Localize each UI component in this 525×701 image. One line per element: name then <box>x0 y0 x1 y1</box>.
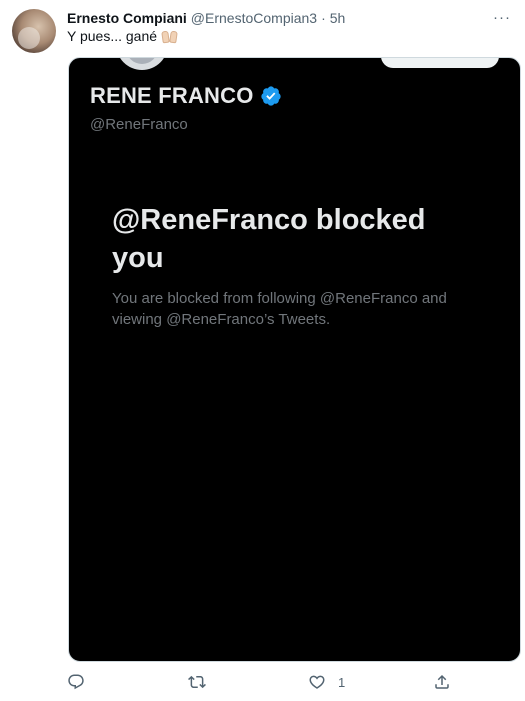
retweet-icon <box>188 675 206 689</box>
separator: · <box>321 10 326 26</box>
reply-icon <box>68 674 84 690</box>
reply-button[interactable] <box>67 673 85 691</box>
author-handle[interactable]: @ErnestoCompian3 <box>191 10 317 26</box>
tweet-actions: 1 <box>0 671 525 697</box>
avatar[interactable] <box>12 9 56 53</box>
blocked-title: @ReneFranco blocked you <box>112 204 426 274</box>
share-icon <box>435 674 449 689</box>
profile-avatar-partial <box>116 58 168 70</box>
tweet-text: Y pues... gané <box>67 28 178 44</box>
verified-badge-icon <box>260 86 281 106</box>
profile-button-partial <box>381 58 499 68</box>
blocked-message: You are blocked from following @ReneFran… <box>112 290 447 328</box>
author-name[interactable]: Ernesto Compiani <box>67 10 187 26</box>
profile-name: RENE FRANCO <box>90 83 254 108</box>
more-icon[interactable]: ··· <box>491 8 513 26</box>
like-button[interactable]: 1 <box>308 673 345 691</box>
like-count: 1 <box>338 674 346 690</box>
raising-hands-emoji <box>161 30 178 43</box>
share-button[interactable] <box>433 673 451 691</box>
tweet[interactable]: Ernesto Compiani @ErnestoCompian3 · 5h ·… <box>0 0 525 701</box>
tweet-header: Ernesto Compiani @ErnestoCompian3 · 5h <box>67 9 345 27</box>
profile-name-row: RENE FRANCO <box>90 83 282 109</box>
timestamp[interactable]: 5h <box>330 10 346 26</box>
like-icon <box>309 675 325 689</box>
profile-handle: @ReneFranco <box>90 116 188 133</box>
retweet-button[interactable] <box>188 673 206 691</box>
tweet-image[interactable]: RENE FRANCO @ReneFranco @ReneFranco bloc… <box>68 57 521 662</box>
tweet-text-content: Y pues... gané <box>67 28 158 44</box>
